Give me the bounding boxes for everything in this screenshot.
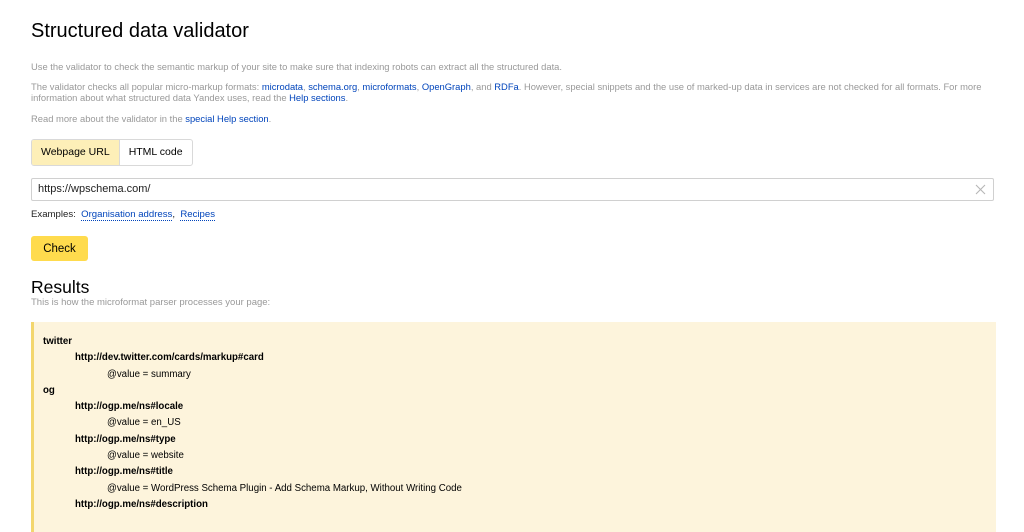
examples-row: Examples: Organisation address, Recipes [31, 209, 216, 221]
tree-value: @value = website [107, 450, 184, 462]
help-sections-link[interactable]: Help sections [289, 92, 345, 103]
url-input-field [31, 178, 994, 201]
tree-property: http://ogp.me/ns#description [75, 498, 208, 510]
format-link-rdfa[interactable]: RDFa [494, 81, 518, 92]
check-button[interactable]: Check [31, 236, 88, 261]
results-subtitle: This is how the microformat parser proce… [31, 297, 271, 308]
results-panel: twitter http://dev.twitter.com/cards/mark… [31, 322, 996, 532]
results-tree: twitter http://dev.twitter.com/cards/mark… [43, 334, 462, 513]
tree-value: @value = WordPress Schema Plugin - Add S… [107, 482, 462, 494]
tree-value: @value = en_US [107, 417, 181, 429]
tree-property: http://ogp.me/ns#title [75, 466, 173, 478]
tree-property: http://ogp.me/ns#type [75, 433, 176, 445]
format-link-schema-org[interactable]: schema.org [308, 81, 357, 92]
special-help-link[interactable]: special Help section [185, 113, 268, 124]
examples-label: Examples: [31, 209, 76, 220]
tree-value: @value = summary [107, 368, 191, 380]
tree-property: http://ogp.me/ns#locale [75, 401, 184, 413]
format-link-microdata[interactable]: microdata [262, 81, 303, 92]
results-title: Results [31, 277, 90, 297]
format-link-opengraph[interactable]: OpenGraph [422, 81, 471, 92]
input-mode-tabs: Webpage URL HTML code [31, 139, 193, 166]
formats-text: The validator checks all popular micro-m… [31, 81, 982, 103]
clear-icon[interactable] [974, 183, 987, 196]
tree-namespace: og [43, 384, 55, 396]
url-input[interactable] [38, 183, 958, 195]
page-title: Structured data validator [31, 20, 249, 42]
example-link-organisation-address[interactable]: Organisation address [81, 209, 173, 221]
tree-namespace: twitter [43, 336, 73, 347]
tab-webpage-url[interactable]: Webpage URL [32, 140, 120, 165]
tree-property: http://dev.twitter.com/cards/markup#card [75, 352, 264, 364]
tab-html-code[interactable]: HTML code [120, 140, 192, 165]
special-help-text: Read more about the validator in the spe… [31, 113, 272, 124]
intro-text: Use the validator to check the semantic … [31, 61, 562, 72]
example-link-recipes[interactable]: Recipes [180, 209, 216, 221]
format-link-microformats[interactable]: microformats [362, 81, 416, 92]
